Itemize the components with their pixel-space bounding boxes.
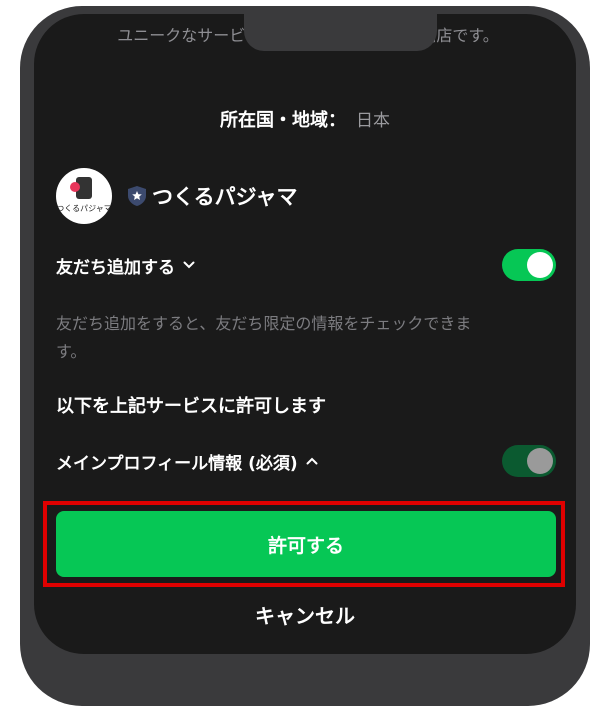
add-friend-row: 友だち追加する — [56, 248, 556, 282]
service-name: つくるパジャマ — [152, 185, 298, 209]
main-profile-label: メインプロフィール情報 (必須) — [56, 453, 298, 474]
main-profile-row: メインプロフィール情報 (必須) — [56, 444, 556, 478]
cancel-button[interactable]: キャンセル — [34, 600, 576, 629]
main-profile-expander[interactable]: メインプロフィール情報 (必須) — [56, 449, 318, 474]
main-profile-toggle[interactable] — [502, 445, 556, 477]
pin-dot-icon — [70, 182, 80, 192]
location-label: 所在国・地域： — [220, 110, 346, 131]
add-friend-toggle[interactable] — [502, 249, 556, 281]
toggle-knob — [527, 448, 553, 474]
service-logo: つくるパジャマ — [56, 168, 112, 224]
location-row: 所在国・地域： 日本 — [34, 106, 576, 132]
service-logo-text: つくるパジャマ — [56, 204, 112, 213]
toggle-knob — [527, 252, 553, 278]
phone-notch — [244, 14, 437, 51]
permissions-heading: 以下を上記サービスに許可します — [56, 396, 326, 417]
add-friend-label: 友だち追加する — [56, 257, 175, 278]
highlight-box — [43, 501, 565, 587]
add-friend-description: 友だち追加をすると、友だち限定の情報をチェックできます。 — [56, 314, 472, 361]
verified-shield-icon — [128, 186, 146, 206]
location-value: 日本 — [356, 111, 390, 131]
service-row: つくるパジャマ つくるパジャマ — [56, 168, 298, 224]
add-friend-expander[interactable]: 友だち追加する — [56, 253, 195, 278]
chevron-up-icon — [306, 457, 318, 465]
chevron-down-icon — [183, 261, 195, 269]
